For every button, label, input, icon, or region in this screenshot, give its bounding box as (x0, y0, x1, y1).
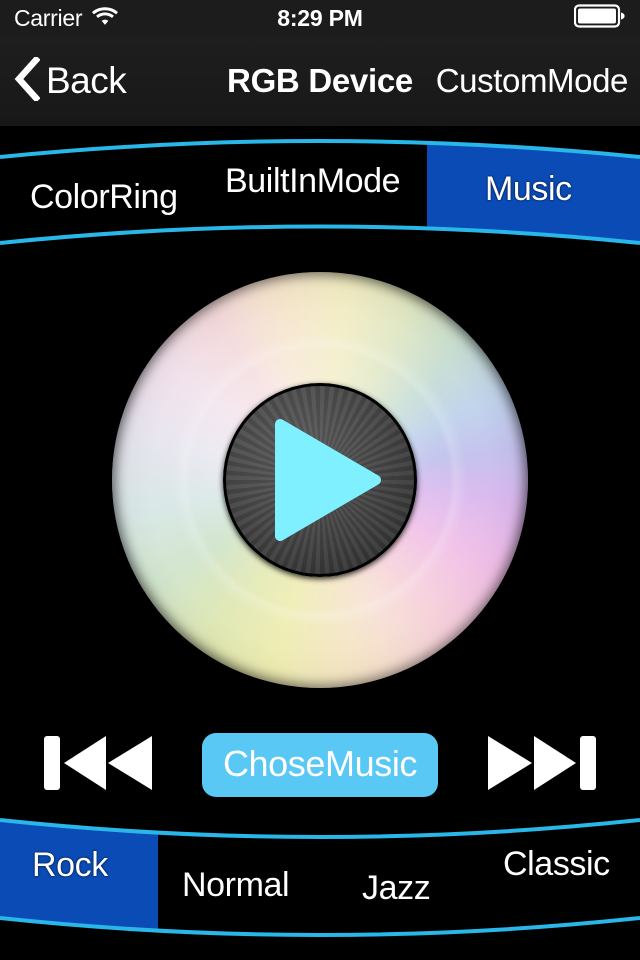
tab-music[interactable]: Music (485, 170, 572, 209)
play-icon (272, 418, 382, 547)
transport-controls: ChoseMusic (0, 718, 640, 812)
bottom-tab-bar: Rock Normal Jazz Classic (0, 812, 640, 960)
next-track-icon[interactable] (486, 732, 598, 799)
wifi-icon (91, 5, 119, 32)
battery-full-icon (573, 3, 626, 33)
carrier-label: Carrier (14, 4, 83, 31)
tab-classic[interactable]: Classic (503, 845, 610, 884)
chose-music-button[interactable]: ChoseMusic (202, 733, 438, 797)
play-button[interactable] (223, 383, 417, 577)
tab-normal[interactable]: Normal (182, 866, 290, 905)
cd-disc-icon[interactable] (112, 272, 528, 688)
music-player-disc-area (0, 250, 640, 715)
back-label: Back (46, 60, 127, 101)
tab-jazz[interactable]: Jazz (362, 869, 431, 908)
previous-track-icon[interactable] (42, 732, 154, 799)
chevron-left-icon (14, 54, 41, 106)
navigation-bar: Back RGB Device CustomMode (0, 36, 640, 126)
tab-builtinmode[interactable]: BuiltInMode (225, 162, 401, 201)
top-tab-bar: ColorRing BuiltInMode Music (0, 126, 640, 250)
custom-mode-button[interactable]: CustomMode (436, 62, 629, 100)
back-button[interactable]: Back (0, 54, 127, 106)
tab-colorring[interactable]: ColorRing (30, 178, 178, 217)
tab-rock[interactable]: Rock (32, 846, 108, 885)
status-bar: Carrier 8:29 PM (0, 0, 640, 36)
